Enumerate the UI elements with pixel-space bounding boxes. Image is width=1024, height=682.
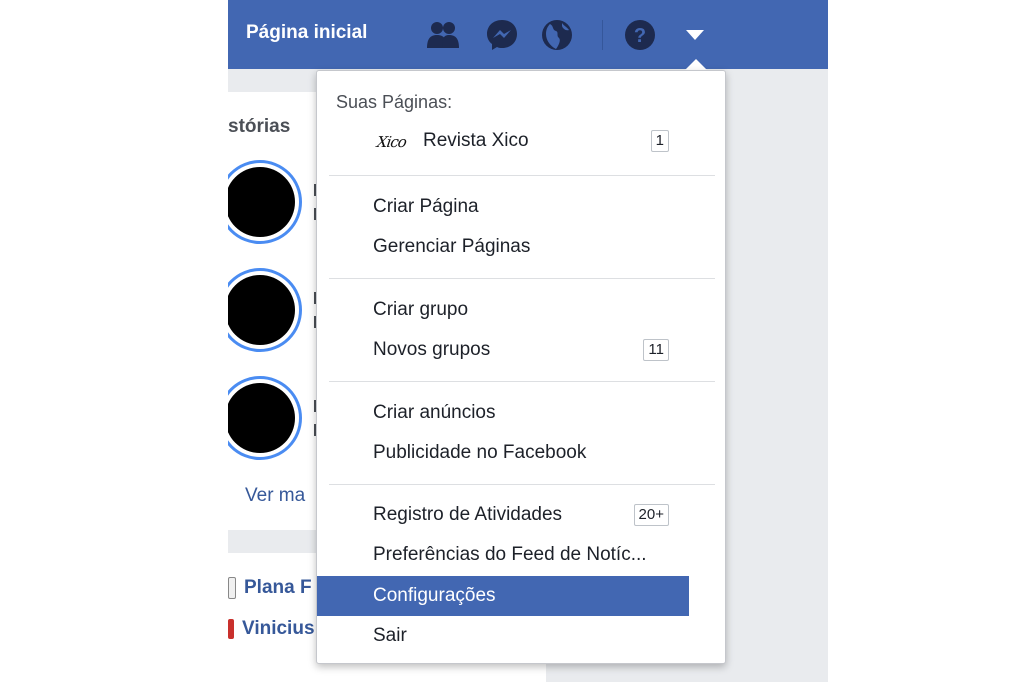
menu-item-novos-grupos[interactable]: Novos grupos 11: [317, 330, 725, 370]
notification-badge: 20+: [633, 504, 669, 526]
menu-item-label: Registro de Atividades: [373, 504, 563, 525]
menu-item-label: Criar grupo: [373, 299, 469, 320]
menu-item-label: Configurações: [373, 585, 496, 606]
menu-section-header: Suas Páginas:: [336, 92, 453, 112]
menu-divider: [329, 278, 715, 279]
page-icon: [228, 619, 234, 639]
story-avatar[interactable]: [228, 268, 302, 352]
menu-item-preferencias-feed[interactable]: Preferências do Feed de Notíc...: [317, 535, 725, 575]
notification-badge: 1: [650, 130, 669, 152]
menu-item-registro-atividades[interactable]: Registro de Atividades 20+: [317, 495, 725, 535]
friends-icon[interactable]: [424, 17, 462, 53]
help-icon[interactable]: ?: [621, 17, 659, 53]
toolbar-divider: [602, 20, 603, 50]
menu-item-label: Revista Xico: [423, 130, 529, 151]
menu-item-label: Criar anúncios: [373, 402, 496, 423]
stories-title: stórias: [228, 116, 291, 137]
menu-item-label: Publicidade no Facebook: [373, 442, 587, 463]
menu-item-criar-anuncios[interactable]: Criar anúncios: [317, 393, 725, 433]
menu-item-label: Criar Página: [373, 196, 479, 217]
menu-item-configuracoes[interactable]: Configurações: [317, 576, 689, 616]
menu-item-gerenciar-paginas[interactable]: Gerenciar Páginas: [317, 227, 725, 267]
story-avatar[interactable]: [228, 376, 302, 460]
top-navigation-bar: Página inicial ?: [228, 0, 828, 69]
notification-badge: 11: [643, 339, 669, 361]
account-dropdown-menu: Suas Páginas: Xico Revista Xico 1 Criar …: [316, 70, 726, 664]
shortcut-label: Plana F: [244, 577, 312, 598]
menu-item-revista-xico[interactable]: Xico Revista Xico 1: [317, 121, 725, 161]
page-logo: Xico: [375, 133, 408, 151]
globe-icon[interactable]: [538, 17, 576, 53]
menu-item-label: Novos grupos: [373, 339, 491, 360]
menu-item-label: Sair: [373, 625, 407, 646]
menu-divider: [329, 175, 715, 176]
svg-text:?: ?: [634, 25, 646, 47]
home-link[interactable]: Página inicial: [246, 22, 367, 44]
menu-item-criar-pagina[interactable]: Criar Página: [317, 187, 725, 227]
menu-item-publicidade[interactable]: Publicidade no Facebook: [317, 433, 725, 473]
see-more-link[interactable]: Ver ma: [245, 485, 305, 507]
menu-divider: [329, 484, 715, 485]
story-avatar[interactable]: [228, 160, 302, 244]
menu-item-label: Gerenciar Páginas: [373, 236, 531, 257]
shortcut-item[interactable]: Plana F: [228, 577, 312, 599]
shortcut-item[interactable]: Vinicius: [228, 618, 315, 640]
messenger-icon[interactable]: [483, 17, 521, 53]
shortcut-label: Vinicius: [242, 618, 315, 639]
page-icon: [228, 577, 236, 599]
menu-item-sair[interactable]: Sair: [317, 616, 725, 656]
dropdown-arrow-icon[interactable]: [676, 17, 714, 53]
menu-divider: [329, 381, 715, 382]
menu-item-label: Preferências do Feed de Notíc...: [373, 544, 647, 565]
menu-item-criar-grupo[interactable]: Criar grupo: [317, 290, 725, 330]
